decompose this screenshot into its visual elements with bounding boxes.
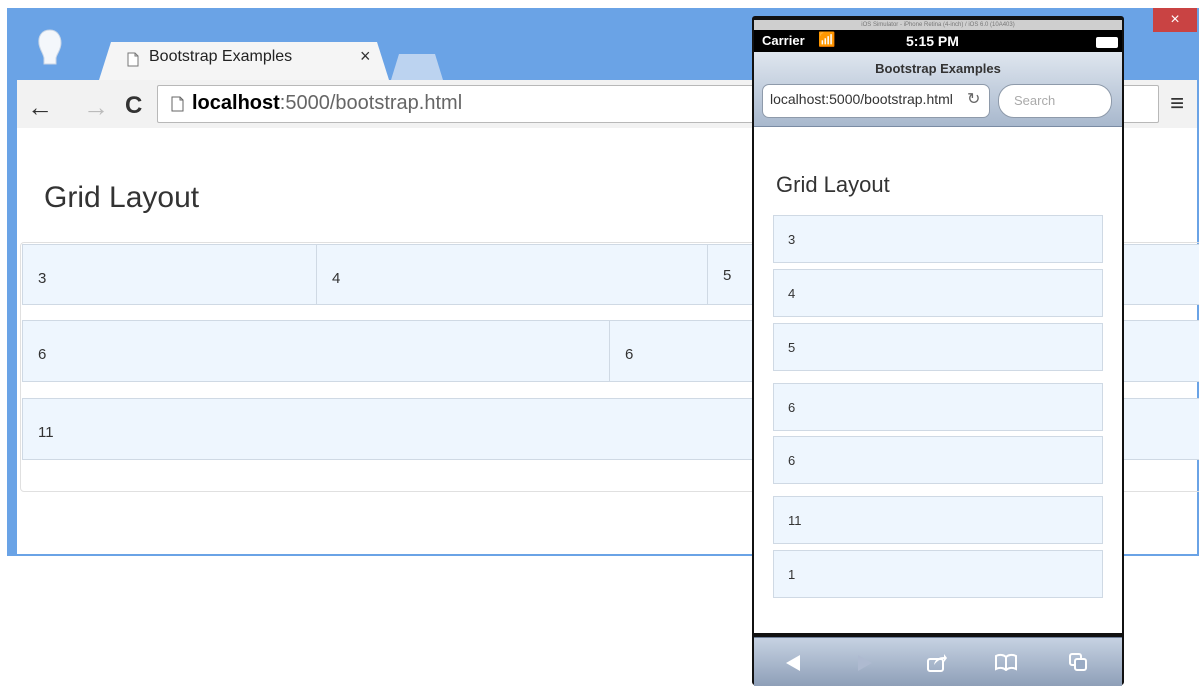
ios-grid-cell: 4 [773, 269, 1103, 317]
ios-simulator: iOS Simulator - iPhone Retina (4-inch) /… [752, 16, 1124, 686]
safari-page-title: Bootstrap Examples [875, 61, 1001, 76]
ios-tabs-pages-icon[interactable] [1068, 652, 1088, 672]
ios-grid-cell: 3 [773, 215, 1103, 263]
carrier-label: Carrier [762, 33, 805, 48]
reload-icon[interactable]: C [125, 92, 142, 120]
url-path: :5000/bootstrap.html [279, 92, 463, 114]
ios-back-triangle-icon[interactable] [784, 654, 802, 672]
ios-grid-cell: 5 [773, 323, 1103, 371]
page-icon [127, 52, 139, 67]
safari-url-text[interactable]: localhost:5000/bootstrap.html [770, 91, 960, 107]
ios-forward-triangle-icon[interactable] [856, 654, 874, 672]
ios-grid-cell: 6 [773, 383, 1103, 431]
address-bar-url[interactable]: localhost:5000/bootstrap.html [192, 92, 462, 115]
battery-icon [1096, 37, 1118, 48]
window-close-button[interactable]: × [1153, 8, 1197, 32]
new-tab-button[interactable] [391, 54, 443, 80]
ios-bookmarks-book-icon[interactable] [994, 653, 1018, 671]
ios-grid-cell: 6 [773, 436, 1103, 484]
grid-cell-col-6-a: 6 [22, 320, 610, 382]
tab-close-button[interactable]: × [360, 46, 371, 67]
grid-cell-col-4: 4 [316, 244, 708, 305]
simulator-title-bar: iOS Simulator - iPhone Retina (4-inch) /… [754, 20, 1122, 30]
ios-page-heading: Grid Layout [776, 172, 890, 197]
reload-icon[interactable]: ↻ [967, 89, 980, 109]
hamburger-menu-icon[interactable]: ≡ [1170, 90, 1184, 118]
wifi-icon: 📶 [818, 31, 836, 47]
ios-share-icon[interactable] [926, 651, 948, 673]
forward-arrow-icon[interactable]: → [83, 92, 109, 123]
search-placeholder: Search [1014, 93, 1056, 108]
status-time: 5:15 PM [906, 33, 959, 49]
tab-title: Bootstrap Examples [149, 48, 293, 65]
page-icon [171, 96, 184, 112]
page-title: Grid Layout [44, 181, 200, 214]
ios-grid-cell: 1 [773, 550, 1103, 598]
profile-avatar-icon[interactable] [35, 28, 65, 66]
grid-cell-col-3: 3 [22, 244, 317, 305]
ios-grid-cell: 11 [773, 496, 1103, 544]
back-arrow-icon[interactable]: ← [27, 92, 53, 123]
url-host: localhost [192, 92, 280, 114]
